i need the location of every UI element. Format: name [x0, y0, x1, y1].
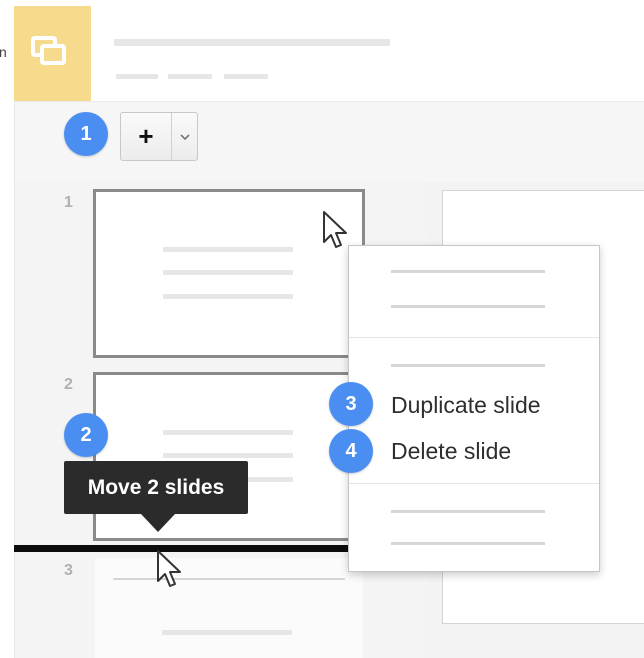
menu-placeholder-1[interactable] — [116, 74, 158, 79]
thumb-text-line — [163, 430, 293, 435]
thumb-text-line — [162, 630, 292, 635]
drag-tooltip: Move 2 slides — [64, 461, 248, 514]
slide-number-3: 3 — [64, 562, 73, 579]
menu-divider — [349, 337, 599, 338]
slide-number-2: 2 — [64, 376, 73, 393]
app-header — [14, 6, 644, 102]
step-badge-3: 3 — [329, 382, 373, 426]
step-badge-2: 2 — [64, 413, 108, 457]
thumb-text-line — [113, 578, 345, 580]
menu-placeholder-2[interactable] — [168, 74, 212, 79]
duplicate-slide-item[interactable]: Duplicate slide — [391, 392, 541, 419]
menu-item-placeholder[interactable] — [391, 542, 545, 545]
title-placeholder — [114, 39, 390, 46]
new-slide-dropdown[interactable] — [172, 113, 197, 160]
new-slide-button[interactable]: + — [120, 112, 198, 161]
slide-thumbnail-3[interactable] — [95, 558, 363, 658]
delete-slide-item[interactable]: Delete slide — [391, 438, 511, 465]
menu-item-placeholder[interactable] — [391, 510, 545, 513]
cursor-arrow-icon — [323, 211, 347, 248]
step-badge-4: 4 — [329, 429, 373, 473]
menu-item-placeholder[interactable] — [391, 270, 545, 273]
tooltip-arrow — [141, 514, 175, 532]
chevron-down-icon — [179, 133, 190, 140]
plus-icon[interactable]: + — [121, 113, 171, 160]
menu-item-placeholder[interactable] — [391, 364, 545, 367]
slides-logo[interactable] — [14, 6, 91, 101]
slide-thumbnail-2[interactable] — [93, 372, 365, 541]
slide-number-1: 1 — [64, 194, 73, 211]
slides-logo-icon — [31, 36, 66, 65]
thumb-text-line — [163, 247, 293, 252]
context-menu: Duplicate slide Delete slide — [348, 245, 600, 572]
thumb-text-line — [163, 270, 293, 275]
toolbar — [15, 102, 644, 182]
menu-divider — [349, 483, 599, 484]
step-badge-1: 1 — [64, 112, 108, 156]
menu-item-placeholder[interactable] — [391, 305, 545, 308]
thumb-text-line — [163, 294, 293, 299]
cursor-arrow-icon — [157, 550, 181, 587]
menu-placeholder-3[interactable] — [224, 74, 268, 79]
thumb-text-line — [163, 453, 293, 458]
cropped-edge-text: n — [0, 44, 7, 60]
